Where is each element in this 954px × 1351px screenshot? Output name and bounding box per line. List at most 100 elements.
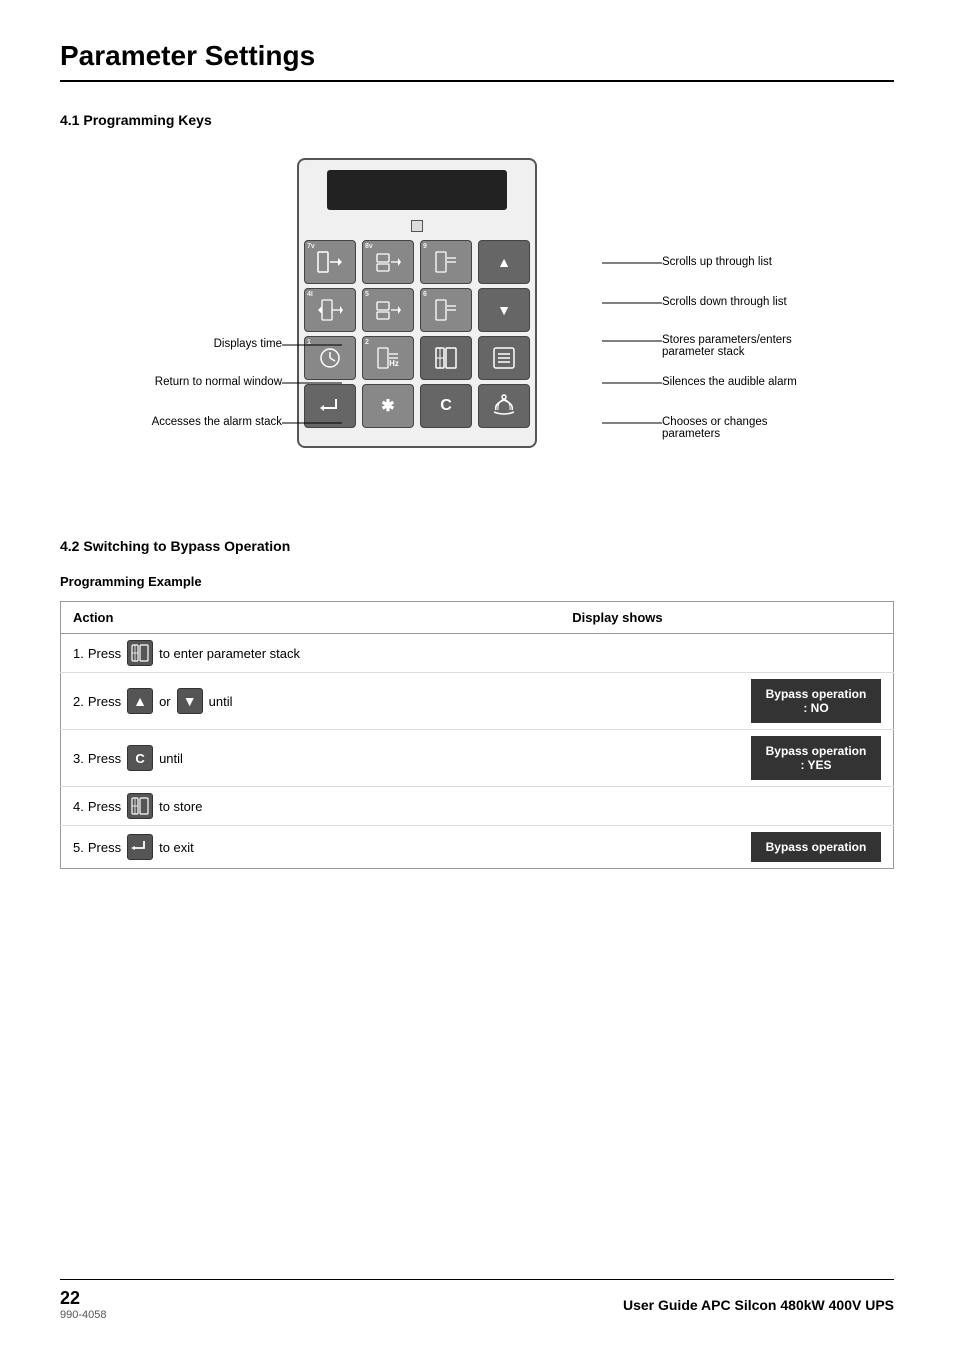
press-label-5: Press <box>88 840 121 855</box>
key-8-icon <box>374 248 402 276</box>
step1-store-key[interactable] <box>127 640 153 666</box>
annotation-return-normal: Return to normal window <box>137 376 282 388</box>
programming-table: Action Display shows 1. Press <box>60 601 894 869</box>
key-9-icon <box>432 248 460 276</box>
key-5[interactable]: 5 <box>362 288 414 332</box>
key-alarm[interactable] <box>478 384 530 428</box>
annotation-scrolls-up: Scrolls up through list <box>662 256 817 268</box>
step5-enter-key[interactable] <box>127 834 153 860</box>
press-label-2: Press <box>88 694 121 709</box>
key-7[interactable]: 7v <box>304 240 356 284</box>
action-content-3: 3. Press C until <box>73 745 548 771</box>
table-row: 1. Press to enter <box>61 634 894 673</box>
key-enter-icon <box>316 394 344 418</box>
step-1-text: to enter parameter stack <box>159 646 300 661</box>
key-4-icon <box>316 296 344 324</box>
section-4-2-heading: 4.2 Switching to Bypass Operation <box>60 538 894 554</box>
step-3-until: until <box>159 751 183 766</box>
key-clock-icon <box>316 344 344 372</box>
display-cell-5: Bypass operation <box>560 826 893 869</box>
keypad-row-2: 4I 5 <box>304 288 530 332</box>
step-5: 5. <box>73 840 84 855</box>
step3-c-key[interactable]: C <box>127 745 153 771</box>
diagram-area: 7v 8v <box>60 148 894 508</box>
action-content-5: 5. Press to exit <box>73 834 548 860</box>
key-8[interactable]: 8v <box>362 240 414 284</box>
page: Parameter Settings 4.1 Programming Keys … <box>0 0 954 1351</box>
key-2-icon: Hz <box>374 344 402 372</box>
step4-store-icon <box>130 796 150 816</box>
annotation-accesses-alarm: Accesses the alarm stack <box>137 416 282 428</box>
key-9[interactable]: 9 <box>420 240 472 284</box>
key-store[interactable] <box>420 336 472 380</box>
key-store-icon <box>432 344 460 372</box>
line-scrolls-up <box>602 262 662 264</box>
footer-page-number: 22 <box>60 1288 107 1309</box>
key-4[interactable]: 4I <box>304 288 356 332</box>
col-display: Display shows <box>560 602 893 634</box>
step5-enter-icon <box>130 838 150 856</box>
annotation-stores-params: Stores parameters/enters parameter stack <box>662 334 817 358</box>
step-1: 1. <box>73 646 84 661</box>
key-3[interactable] <box>478 336 530 380</box>
col-action: Action <box>61 602 561 634</box>
step-4-text: to store <box>159 799 202 814</box>
key-6-icon <box>432 296 460 324</box>
key-clock[interactable]: 1 <box>304 336 356 380</box>
table-header-row: Action Display shows <box>61 602 894 634</box>
section-4-1: 4.1 Programming Keys 7v <box>60 112 894 508</box>
line-accesses-alarm <box>282 422 342 424</box>
line-return-normal <box>282 382 342 384</box>
display-badge-no: Bypass operation: NO <box>751 679 881 723</box>
key-5-icon <box>374 296 402 324</box>
step2-up-key[interactable]: ▲ <box>127 688 153 714</box>
action-cell-3: 3. Press C until <box>61 730 561 787</box>
step-2-until: until <box>209 694 233 709</box>
key-down[interactable]: ▼ <box>478 288 530 332</box>
key-c[interactable]: C <box>420 384 472 428</box>
step-2: 2. <box>73 694 84 709</box>
step4-store-key[interactable] <box>127 793 153 819</box>
sub-heading: Programming Example <box>60 574 894 589</box>
section-4-1-heading: 4.1 Programming Keys <box>60 112 894 128</box>
key-6[interactable]: 6 <box>420 288 472 332</box>
line-silences-alarm <box>602 382 662 384</box>
key-star[interactable]: ✱ <box>362 384 414 428</box>
footer: 22 990-4058 User Guide APC Silcon 480kW … <box>60 1279 894 1321</box>
annotation-scrolls-down: Scrolls down through list <box>662 296 817 308</box>
step-2-or: or <box>159 694 171 709</box>
footer-left: 22 990-4058 <box>60 1288 107 1321</box>
action-cell-4: 4. Press to store <box>61 787 561 826</box>
line-chooses-changes <box>602 422 662 424</box>
action-content-1: 1. Press to enter <box>73 640 548 666</box>
step2-down-key[interactable]: ▼ <box>177 688 203 714</box>
display-cell-4 <box>560 787 893 826</box>
step-4: 4. <box>73 799 84 814</box>
display-badge-yes: Bypass operation: YES <box>751 736 881 780</box>
display-cell-3: Bypass operation: YES <box>560 730 893 787</box>
step1-store-icon <box>130 643 150 663</box>
title-rule <box>60 80 894 82</box>
press-label-4: Press <box>88 799 121 814</box>
action-cell-1: 1. Press to enter <box>61 634 561 673</box>
section-4-2: 4.2 Switching to Bypass Operation Progra… <box>60 538 894 869</box>
keypad-row-1: 7v 8v <box>304 240 530 284</box>
annotation-chooses-changes: Chooses or changes parameters <box>662 416 817 440</box>
line-displays-time <box>282 344 342 346</box>
keypad-led <box>411 220 423 232</box>
key-up[interactable]: ▲ <box>478 240 530 284</box>
step-5-text: to exit <box>159 840 194 855</box>
keypad-rows: 7v 8v <box>309 240 525 428</box>
footer-title: User Guide APC Silcon 480kW 400V UPS <box>623 1297 894 1313</box>
diagram-container: 7v 8v <box>137 148 817 508</box>
action-content-2: 2. Press ▲ or ▼ until <box>73 688 548 714</box>
action-cell-2: 2. Press ▲ or ▼ until <box>61 673 561 730</box>
display-cell-2: Bypass operation: NO <box>560 673 893 730</box>
press-label-1: Press <box>88 646 121 661</box>
key-2[interactable]: 2 Hz <box>362 336 414 380</box>
line-stores-params <box>602 340 662 342</box>
keypad-row-3: 1 2 <box>304 336 530 380</box>
table-row: 2. Press ▲ or ▼ until Bypass operation: … <box>61 673 894 730</box>
key-3-icon <box>490 344 518 372</box>
table-row: 3. Press C until Bypass operation: YES <box>61 730 894 787</box>
